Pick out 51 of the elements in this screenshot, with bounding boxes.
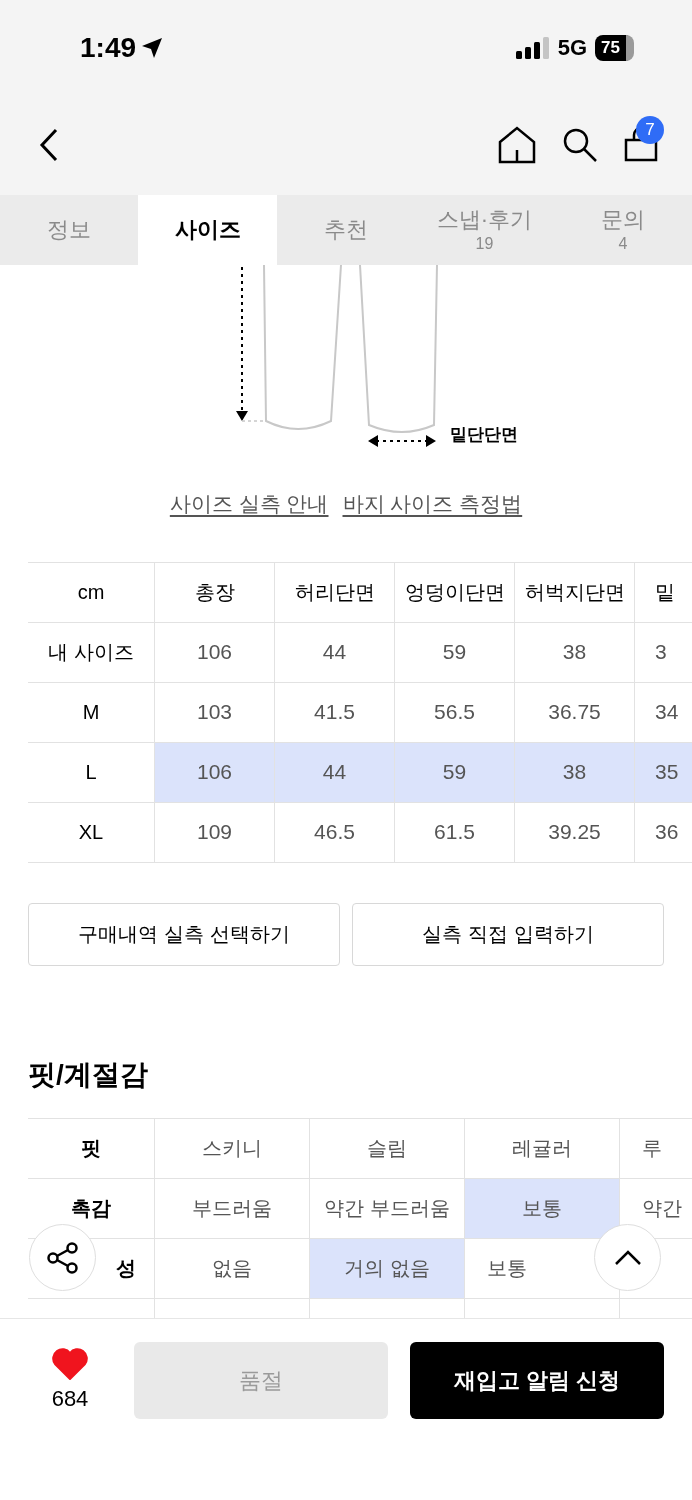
table-cell: 106 — [155, 742, 275, 803]
measurement-label: 밑단단면 — [450, 424, 518, 446]
table-cell: 59 — [395, 622, 515, 683]
signal-icon — [515, 36, 550, 59]
table-cell: 59 — [395, 742, 515, 803]
table-header-cell: 허벅지단면 — [515, 562, 635, 623]
battery-indicator: 75 — [595, 34, 634, 61]
table-cell: 스키니 — [155, 1118, 310, 1179]
table-cell: 35 — [635, 742, 692, 803]
cart-count-badge: 7 — [636, 116, 664, 144]
table-header-cell: 밑 — [635, 562, 692, 623]
table-cell: 103 — [155, 682, 275, 743]
measure-button[interactable]: 구매내역 실측 선택하기 — [28, 902, 340, 966]
table-cell: 38 — [515, 622, 635, 683]
table-cell: 61.5 — [395, 802, 515, 863]
share-icon — [45, 1240, 80, 1275]
table-cell: 36.75 — [515, 682, 635, 743]
table-cell: 39.25 — [515, 802, 635, 863]
table-cell: 38 — [515, 742, 635, 803]
table-cell: 46.5 — [275, 802, 395, 863]
table-header-cell: 허리단면 — [275, 562, 395, 623]
table-cell: 보통 — [465, 1178, 620, 1239]
measure-button[interactable]: 실측 직접 입력하기 — [352, 902, 664, 966]
location-arrow-icon — [140, 35, 165, 60]
chevron-up-icon — [613, 1249, 642, 1266]
table-cell: 56.5 — [395, 682, 515, 743]
table-cell: 없음 — [155, 1238, 310, 1299]
home-icon[interactable] — [498, 126, 536, 164]
status-time: 1:49 — [80, 30, 137, 65]
restock-alert-button[interactable]: 재입고 알림 신청 — [410, 1342, 664, 1419]
table-cell: 부드러움 — [155, 1178, 310, 1239]
network-label: 5G — [557, 34, 588, 62]
table-cell: 거의 없음 — [310, 1238, 465, 1299]
table-cell: 약간 부드러움 — [310, 1178, 465, 1239]
table-cell: 41.5 — [275, 682, 395, 743]
table-cell: 슬림 — [310, 1118, 465, 1179]
heart-icon[interactable] — [52, 1348, 88, 1380]
table-header-cell: 총장 — [155, 562, 275, 623]
table-header-cell: 엉덩이단면 — [395, 562, 515, 623]
search-icon[interactable] — [562, 127, 598, 163]
section-title: 핏/계절감 — [28, 1057, 148, 1092]
guide-link[interactable]: 바지 사이즈 측정법 — [342, 488, 523, 520]
guide-link[interactable]: 사이즈 실측 안내 — [169, 488, 329, 520]
table-cell: 106 — [155, 622, 275, 683]
like-count: 684 — [51, 1385, 89, 1413]
table-cell: 44 — [275, 622, 395, 683]
table-cell: 레귤러 — [465, 1118, 620, 1179]
table-cell: 109 — [155, 802, 275, 863]
back-icon[interactable] — [38, 128, 60, 162]
table-cell: 44 — [275, 742, 395, 803]
table-header-cell: cm — [28, 562, 155, 623]
